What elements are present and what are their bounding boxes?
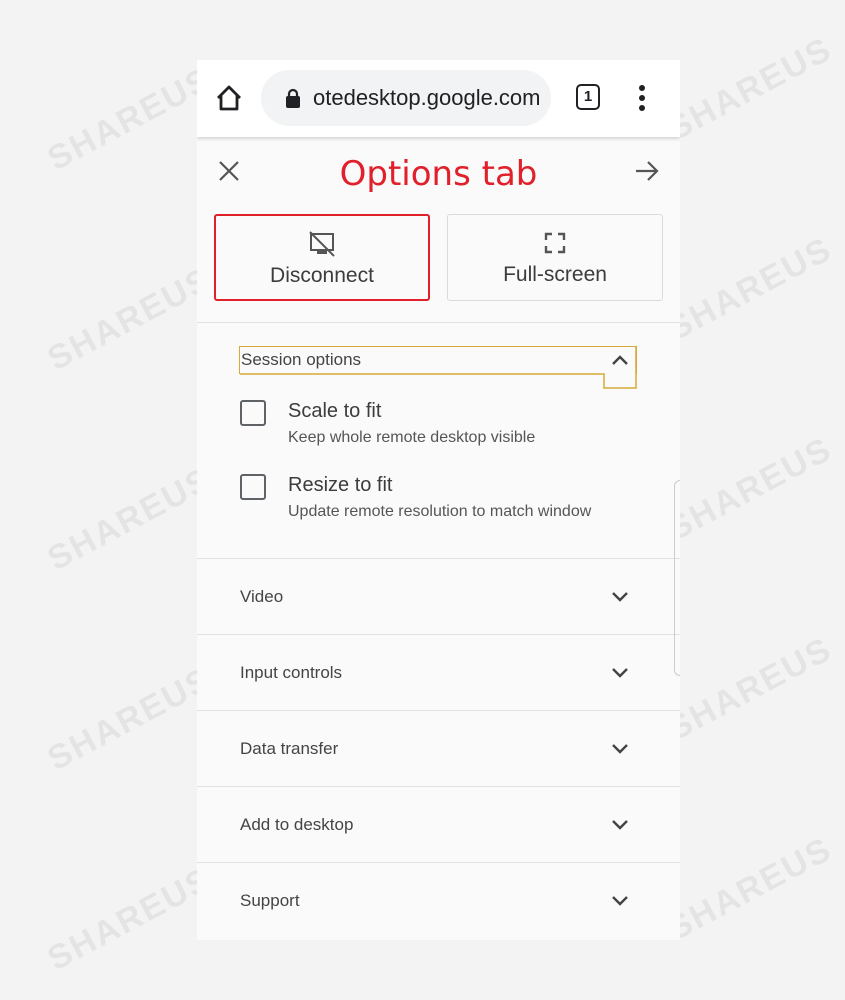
section-add-to-desktop[interactable]: Add to desktop xyxy=(197,786,680,862)
watermark: SHAREUS xyxy=(661,229,839,349)
scale-to-fit-checkbox[interactable] xyxy=(240,400,266,426)
scale-to-fit-subtitle: Keep whole remote desktop visible xyxy=(288,429,536,446)
session-options-header[interactable]: Session options xyxy=(239,346,637,389)
chevron-down-icon xyxy=(612,820,628,830)
browser-toolbar: otedesktop.google.com 1 xyxy=(197,60,680,137)
lock-icon xyxy=(286,88,300,108)
watermark: SHAREUS xyxy=(41,259,219,379)
watermark: SHAREUS xyxy=(661,629,839,749)
divider xyxy=(197,322,680,323)
disconnect-button[interactable]: Disconnect xyxy=(214,214,430,301)
fullscreen-label: Full-screen xyxy=(503,263,607,286)
watermark: SHAREUS xyxy=(41,859,219,979)
fullscreen-button[interactable]: Full-screen xyxy=(447,214,663,301)
session-options-label: Session options xyxy=(241,350,362,369)
section-input-controls[interactable]: Input controls xyxy=(197,634,680,710)
watermark: SHAREUS xyxy=(41,459,219,579)
arrow-forward-icon[interactable] xyxy=(635,160,659,182)
section-label: Video xyxy=(240,587,284,606)
annotation-title: Options tab xyxy=(339,154,538,194)
section-label: Support xyxy=(240,891,300,910)
url-text: otedesktop.google.com xyxy=(313,85,541,110)
chevron-down-icon xyxy=(612,744,628,754)
chevron-down-icon xyxy=(612,668,628,678)
watermark: SHAREUS xyxy=(661,829,839,949)
watermark: SHAREUS xyxy=(41,659,219,779)
address-bar[interactable]: otedesktop.google.com xyxy=(261,70,551,126)
watermark: SHAREUS xyxy=(661,29,839,149)
chevron-down-icon xyxy=(612,896,628,906)
watermark: SHAREUS xyxy=(41,59,219,179)
resize-to-fit-subtitle: Update remote resolution to match window xyxy=(288,503,592,520)
section-video[interactable]: Video xyxy=(197,558,680,634)
more-vert-icon[interactable] xyxy=(637,84,647,112)
chevron-up-icon xyxy=(612,355,628,365)
section-label: Add to desktop xyxy=(240,815,354,834)
scale-to-fit-title: Scale to fit xyxy=(288,400,382,422)
resize-to-fit-title: Resize to fit xyxy=(288,474,393,496)
disconnect-label: Disconnect xyxy=(270,264,374,287)
scrollbar[interactable] xyxy=(674,480,680,676)
fullscreen-icon xyxy=(544,232,566,254)
section-support[interactable]: Support xyxy=(197,862,680,938)
phone-screen: otedesktop.google.com 1 Options tab Disc… xyxy=(197,60,680,940)
tab-switcher-button[interactable]: 1 xyxy=(576,84,600,110)
resize-to-fit-checkbox[interactable] xyxy=(240,474,266,500)
section-label: Data transfer xyxy=(240,739,339,758)
section-data-transfer[interactable]: Data transfer xyxy=(197,710,680,786)
watermark: SHAREUS xyxy=(661,429,839,549)
monitor-off-icon xyxy=(309,231,335,257)
home-icon[interactable] xyxy=(215,84,243,112)
section-label: Input controls xyxy=(240,663,343,682)
chevron-down-icon xyxy=(612,592,628,602)
